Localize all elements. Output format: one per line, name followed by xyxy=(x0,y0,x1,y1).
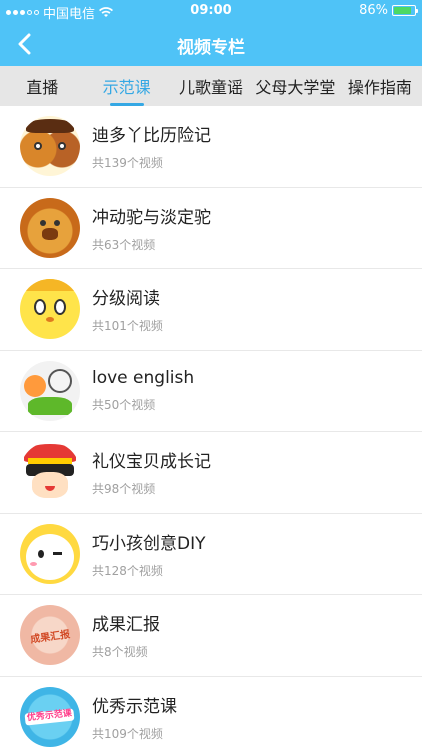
tab-parents-college[interactable]: 父母大学堂 xyxy=(253,66,337,106)
tab-live[interactable]: 直播 xyxy=(0,66,84,106)
item-count: 共50个视频 xyxy=(92,398,156,413)
list-item[interactable]: 巧小孩创意DIY 共128个视频 xyxy=(0,513,422,595)
avatar xyxy=(20,279,80,340)
avatar xyxy=(20,116,80,177)
status-bar: 中国电信 09:00 86% xyxy=(0,0,422,22)
item-title: 巧小孩创意DIY xyxy=(92,533,206,554)
item-count: 共139个视频 xyxy=(92,156,163,171)
avatar: 成果汇报 xyxy=(20,605,80,666)
item-title: 礼仪宝贝成长记 xyxy=(92,452,211,473)
item-count: 共109个视频 xyxy=(92,726,163,741)
item-title: 分级阅读 xyxy=(92,289,160,310)
list-item[interactable]: love english 共50个视频 xyxy=(0,350,422,432)
avatar xyxy=(20,360,80,421)
battery-percent: 86% xyxy=(359,3,388,18)
item-title: 成果汇报 xyxy=(92,615,160,636)
video-column-list: 迪多丫比历险记共139个视频 冲动驼与淡定驼共63个视频 分级阅读共101个视频… xyxy=(0,106,422,750)
avatar-text: 优秀示范课 xyxy=(24,708,75,726)
nav-bar: 视频专栏 xyxy=(0,22,422,66)
battery-icon xyxy=(392,5,418,16)
list-item[interactable]: 迪多丫比历险记共139个视频 xyxy=(0,106,422,188)
item-title: 优秀示范课 xyxy=(92,696,177,717)
list-item[interactable]: 成果汇报 成果汇报共8个视频 xyxy=(0,595,422,677)
item-title: 迪多丫比历险记 xyxy=(92,126,211,147)
item-title: 冲动驼与淡定驼 xyxy=(92,207,211,228)
item-title: love english xyxy=(92,368,195,389)
avatar xyxy=(20,442,80,503)
item-count: 共8个视频 xyxy=(92,645,148,660)
category-tabs: 直播 示范课 儿歌童谣 父母大学堂 操作指南 xyxy=(0,66,422,106)
item-count: 共63个视频 xyxy=(92,237,156,252)
avatar xyxy=(20,523,80,584)
status-right: 86% xyxy=(359,3,418,18)
page-title: 视频专栏 xyxy=(177,38,245,58)
item-count: 共128个视频 xyxy=(92,563,163,578)
tab-nursery-rhymes[interactable]: 儿歌童谣 xyxy=(169,66,253,106)
tab-demo-class[interactable]: 示范课 xyxy=(84,66,168,106)
list-item[interactable]: 冲动驼与淡定驼共63个视频 xyxy=(0,187,422,269)
list-item[interactable]: 分级阅读共101个视频 xyxy=(0,269,422,351)
item-count: 共101个视频 xyxy=(92,319,163,334)
avatar xyxy=(20,197,80,258)
avatar-text: 成果汇报 xyxy=(29,629,71,646)
list-item[interactable]: 礼仪宝贝成长记共98个视频 xyxy=(0,432,422,514)
item-count: 共98个视频 xyxy=(92,482,156,497)
list-item[interactable]: 优秀示范课 优秀示范课共109个视频 xyxy=(0,676,422,750)
tab-guide[interactable]: 操作指南 xyxy=(338,66,422,106)
avatar: 优秀示范课 xyxy=(20,686,80,747)
